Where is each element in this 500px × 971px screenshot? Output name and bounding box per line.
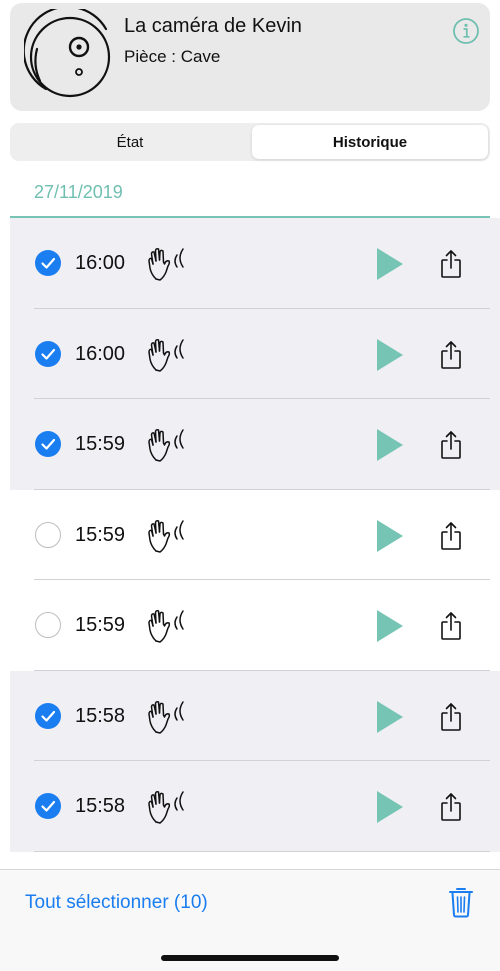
select-all-button[interactable]: Tout sélectionner (10) — [25, 892, 208, 914]
trash-icon[interactable] — [448, 886, 474, 918]
play-icon[interactable] — [374, 609, 406, 643]
share-icon[interactable] — [439, 249, 463, 279]
motion-hand-wave-icon — [146, 699, 194, 737]
checkmark-selected-icon[interactable] — [35, 340, 61, 367]
share-icon[interactable] — [439, 702, 463, 732]
event-row[interactable]: 15:59 — [10, 490, 500, 580]
motion-hand-wave-icon — [146, 246, 194, 284]
event-row[interactable]: 16:00 — [10, 308, 500, 399]
event-time: 15:58 — [75, 704, 126, 727]
info-icon[interactable] — [452, 17, 480, 45]
event-time: 15:59 — [75, 523, 126, 546]
home-indicator — [161, 955, 339, 961]
segmented-control: État Historique — [10, 123, 490, 161]
camera-name: La caméra de Kevin — [124, 15, 302, 37]
robot-camera-icon — [24, 9, 111, 98]
share-icon[interactable] — [439, 611, 463, 641]
motion-hand-wave-icon — [146, 608, 194, 646]
event-row[interactable]: 15:59 — [10, 580, 500, 671]
event-time: 15:58 — [75, 795, 126, 817]
event-time: 15:59 — [75, 433, 126, 455]
camera-room: Pièce : Cave — [124, 47, 221, 66]
event-row[interactable]: 15:58 — [10, 670, 500, 761]
event-time: 15:59 — [75, 614, 126, 636]
play-icon[interactable] — [374, 428, 406, 462]
event-row[interactable]: 15:59 — [10, 399, 500, 490]
checkmark-unselected-icon[interactable] — [35, 612, 61, 638]
checkmark-unselected-icon[interactable] — [35, 521, 61, 548]
share-icon[interactable] — [439, 340, 463, 370]
event-row[interactable]: 16:00 — [10, 218, 500, 309]
row-divider — [34, 850, 490, 852]
share-icon[interactable] — [439, 430, 463, 460]
checkmark-selected-icon[interactable] — [35, 793, 61, 819]
history-date: 27/11/2019 — [34, 182, 123, 202]
camera-header-card: La caméra de Kevin Pièce : Cave — [10, 3, 490, 111]
tab-etat[interactable]: État — [12, 125, 248, 159]
play-icon[interactable] — [374, 247, 406, 281]
play-icon[interactable] — [374, 519, 406, 553]
bottom-toolbar: Tout sélectionner (10) — [0, 869, 500, 971]
checkmark-selected-icon[interactable] — [35, 702, 61, 729]
play-icon[interactable] — [374, 338, 406, 372]
share-icon[interactable] — [439, 521, 463, 551]
motion-hand-wave-icon — [146, 518, 194, 556]
event-time: 16:00 — [75, 342, 126, 365]
share-icon[interactable] — [439, 792, 463, 822]
checkmark-selected-icon[interactable] — [35, 431, 61, 457]
event-row[interactable]: 15:58 — [10, 761, 500, 852]
motion-hand-wave-icon — [146, 427, 194, 465]
play-icon[interactable] — [374, 790, 406, 824]
checkmark-selected-icon[interactable] — [35, 250, 61, 276]
event-time: 16:00 — [75, 252, 126, 274]
event-list: 16:00 16:00 15:59 15:59 15:59 15:58 15:58 — [10, 218, 500, 852]
play-icon[interactable] — [374, 700, 406, 734]
tab-historique[interactable]: Historique — [252, 125, 488, 159]
motion-hand-wave-icon — [146, 789, 194, 827]
motion-hand-wave-icon — [146, 337, 194, 375]
